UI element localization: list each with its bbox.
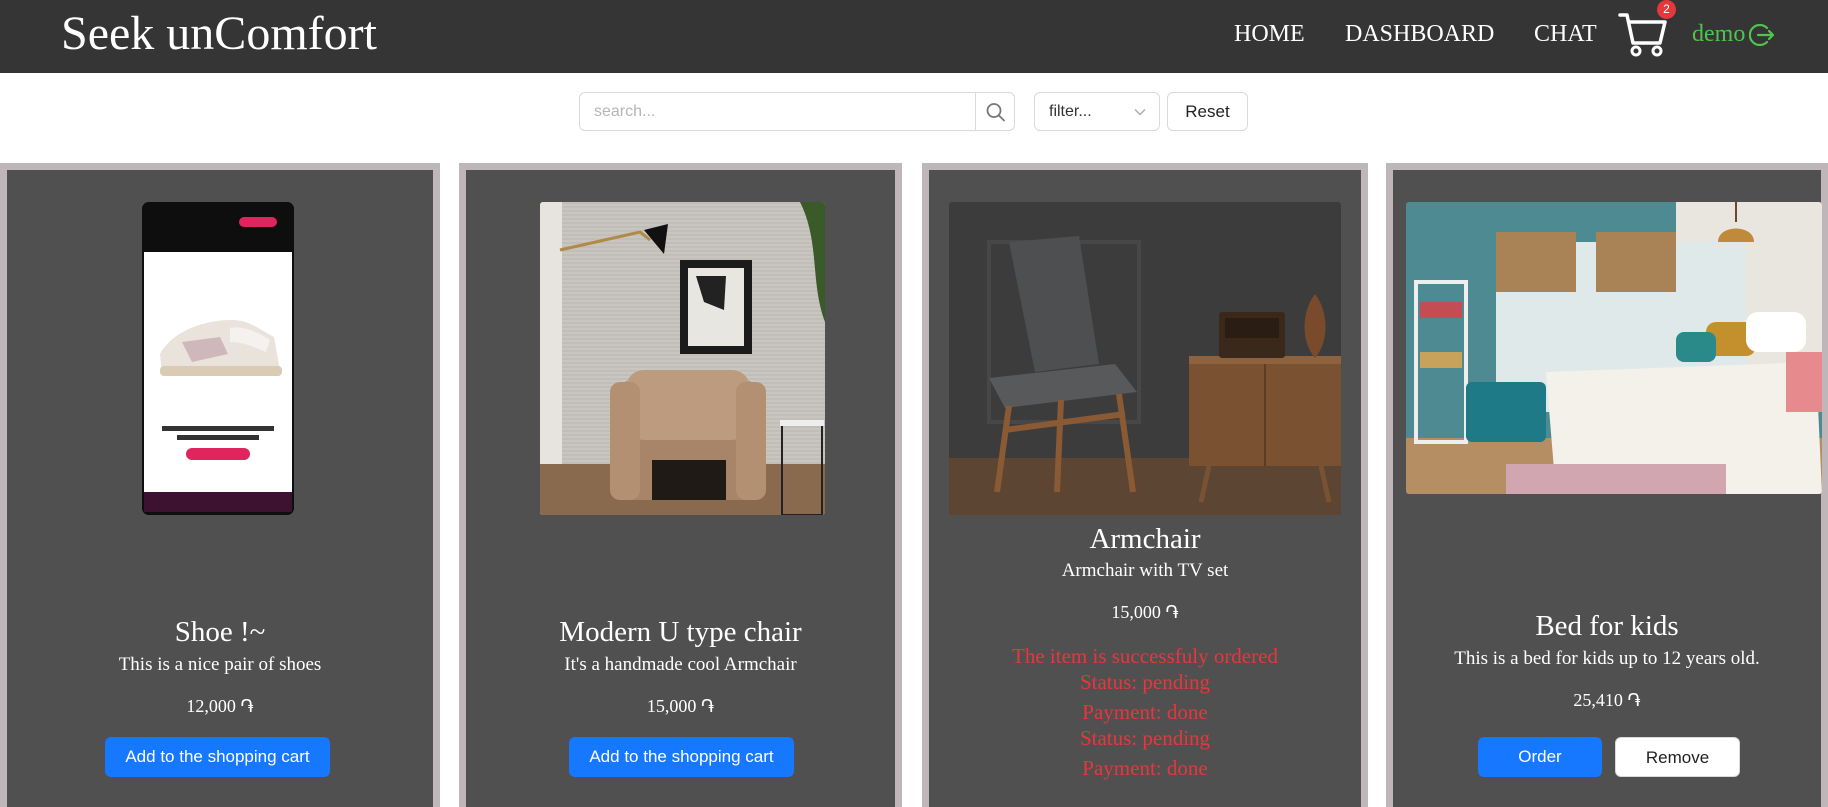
top-navbar: Seek unComfort HOME DASHBOARD CHAT 2 dem…	[0, 0, 1828, 73]
payment-status-line: Payment: done	[1082, 756, 1208, 780]
chevron-down-icon	[1134, 109, 1146, 116]
payment-status-line: Payment: done	[1082, 700, 1208, 724]
product-image	[142, 202, 294, 515]
product-image	[949, 202, 1341, 515]
product-title: Modern U type chair	[559, 616, 802, 648]
search-icon	[986, 103, 1005, 122]
product-card: Bed for kids This is a bed for kids up t…	[1386, 163, 1828, 807]
search-button[interactable]	[975, 92, 1015, 131]
product-card: Modern U type chair It's a handmade cool…	[459, 163, 902, 807]
search-input[interactable]	[579, 92, 976, 131]
product-card: Shoe !~ This is a nice pair of shoes 12,…	[0, 163, 440, 807]
order-button[interactable]: Order	[1478, 737, 1602, 777]
filter-label: filter...	[1049, 103, 1092, 120]
logout-icon[interactable]	[1749, 22, 1775, 48]
product-title: Armchair	[1089, 523, 1201, 555]
nav-dashboard[interactable]: DASHBOARD	[1345, 18, 1494, 50]
reset-button[interactable]: Reset	[1167, 92, 1248, 131]
product-description: This is a bed for kids up to 12 years ol…	[1454, 648, 1760, 669]
product-image	[1406, 202, 1822, 494]
order-status-message: The item is successfuly ordered	[1012, 644, 1278, 668]
order-status-line: Status: pending	[1079, 670, 1211, 694]
nav-home[interactable]: HOME	[1234, 18, 1305, 50]
brand-logo[interactable]: Seek unComfort	[61, 6, 377, 62]
remove-button[interactable]: Remove	[1615, 737, 1740, 777]
product-card: Armchair Armchair with TV set 15,000 ֏ T…	[922, 163, 1368, 807]
product-image	[540, 202, 825, 515]
grey-armchair-with-cabinet-photo	[949, 202, 1341, 515]
product-title: Shoe !~	[174, 616, 266, 648]
product-description: This is a nice pair of shoes	[118, 654, 322, 675]
product-price: 15,000 ֏	[646, 696, 715, 716]
product-price: 12,000 ֏	[186, 696, 254, 716]
product-description: It's a handmade cool Armchair	[564, 654, 797, 675]
shoe-product-photo	[142, 202, 294, 515]
add-to-cart-button[interactable]: Add to the shopping cart	[569, 737, 794, 777]
user-name[interactable]: demo	[1692, 18, 1745, 50]
product-title: Bed for kids	[1535, 610, 1679, 642]
filter-select[interactable]: filter...	[1034, 92, 1160, 131]
kids-bedroom-photo	[1406, 202, 1822, 494]
order-status-line: Status: pending	[1079, 726, 1211, 750]
nav-chat[interactable]: CHAT	[1534, 18, 1597, 50]
cart-count-badge: 2	[1657, 0, 1676, 19]
product-price: 25,410 ֏	[1573, 690, 1641, 710]
product-description: Armchair with TV set	[1061, 560, 1229, 581]
product-price: 15,000 ֏	[1111, 602, 1179, 622]
beige-armchair-photo	[540, 202, 825, 515]
add-to-cart-button[interactable]: Add to the shopping cart	[105, 737, 330, 777]
